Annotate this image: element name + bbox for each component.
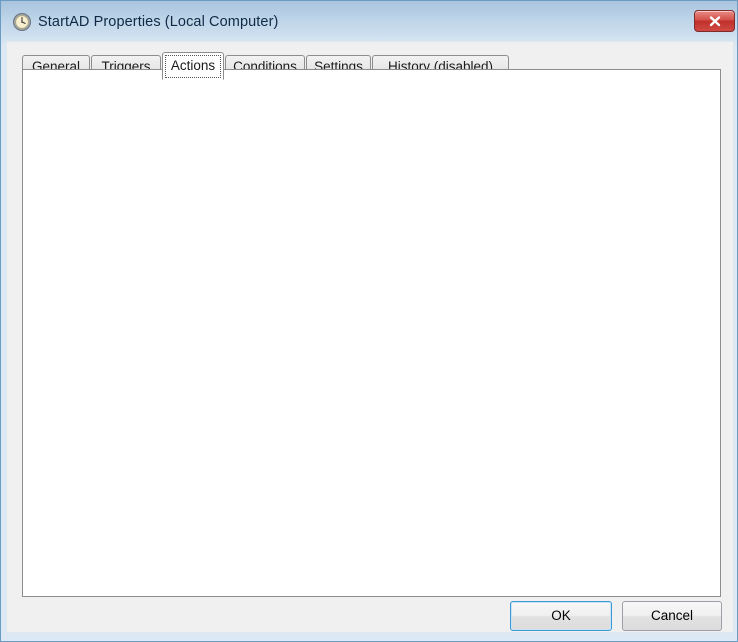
close-icon [708,15,722,28]
ok-button-label: OK [551,608,571,623]
cancel-button[interactable]: Cancel [622,601,722,631]
tab-focus-rectangle [165,55,221,78]
dialog-button-bar: OK Cancel [7,598,733,632]
tab-page-actions [22,69,721,597]
title-bar[interactable]: StartAD Properties (Local Computer) [5,3,735,41]
close-button[interactable] [694,10,735,32]
tab-actions[interactable]: Actions [162,52,224,80]
properties-dialog-window: StartAD Properties (Local Computer) Gene… [0,0,738,642]
window-title: StartAD Properties (Local Computer) [38,12,278,32]
dialog-client-area: General Triggers Actions Conditions Sett… [6,41,734,633]
task-scheduler-clock-icon [12,12,32,32]
ok-button[interactable]: OK [510,601,612,631]
cancel-button-label: Cancel [651,608,693,623]
